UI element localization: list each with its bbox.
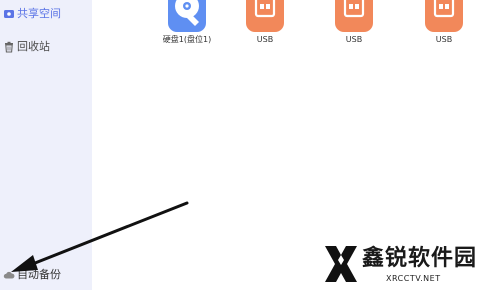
device-usb-1[interactable]: USB [220,0,310,50]
watermark-brand: 鑫锐软件园 [362,246,478,271]
watermark: 鑫锐软件园 XRCCTV.NET [322,244,492,284]
hard-disk-icon [168,0,206,32]
watermark-domain: XRCCTV.NET [386,274,441,283]
device-name: USB [345,35,363,44]
usb-drive-icon [246,0,284,32]
sidebar: 共享空间 回收站 自动备份 [0,0,92,290]
usb-drive-icon [335,0,373,32]
sidebar-item-share-space[interactable]: 共享空间 [0,3,92,25]
nas-file-manager: 共享空间 回收站 自动备份 硬盘1(盘位1) USB USB USB 鑫锐软件园… [0,0,500,290]
recycle-bin-icon [5,41,13,53]
share-space-icon [4,10,14,18]
sidebar-item-label: 回收站 [17,40,50,53]
device-name: USB [256,35,274,44]
sidebar-item-auto-backup[interactable]: 自动备份 [0,264,92,286]
watermark-logo-icon [325,246,357,282]
device-usb-2[interactable]: USB [309,0,399,50]
cloud-backup-icon [3,271,15,279]
sidebar-item-recycle-bin[interactable]: 回收站 [0,36,92,58]
device-name: 硬盘1(盘位1) [162,35,212,44]
usb-drive-icon [425,0,463,32]
device-name: USB [435,35,453,44]
device-usb-3[interactable]: USB [399,0,489,50]
device-hard-disk-1[interactable]: 硬盘1(盘位1) [142,0,232,50]
sidebar-item-label: 共享空间 [17,7,61,20]
sidebar-item-label: 自动备份 [17,268,61,281]
